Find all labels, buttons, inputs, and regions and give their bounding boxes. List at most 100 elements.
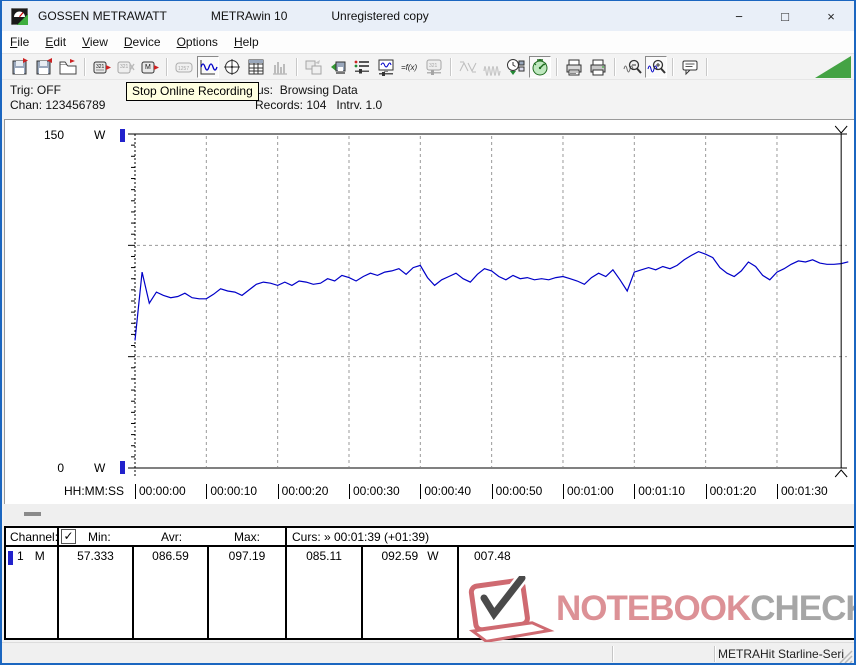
wave-dense-disabled-icon	[481, 56, 503, 78]
menu-options[interactable]: Options	[169, 32, 226, 52]
interval-label: Intrv.	[336, 98, 362, 112]
col-max-header: Max:	[209, 528, 287, 545]
x-tick-label: 00:01:00	[563, 484, 614, 499]
y-axis-unit-bottom: W	[94, 461, 105, 475]
cursor-b-unit: W	[427, 549, 438, 563]
histogram-disabled-icon	[269, 56, 291, 78]
svg-text:321: 321	[120, 64, 129, 70]
status-bar-divider	[714, 646, 716, 662]
device-memory-icon[interactable]: M	[139, 56, 161, 78]
analog-meter-icon[interactable]	[221, 56, 243, 78]
online-monitor-icon[interactable]	[375, 56, 397, 78]
print-icon[interactable]	[587, 56, 609, 78]
col-avr-header: Avr:	[134, 528, 209, 545]
toolbar-separator	[706, 58, 708, 76]
x-tick-label: 00:00:00	[135, 484, 186, 499]
resize-grip[interactable]	[839, 650, 853, 664]
y-axis-min-label: 0	[24, 461, 64, 475]
cell-avr: 086.59	[134, 547, 209, 640]
toolbar-separator	[166, 58, 168, 76]
transfer-disabled-icon	[303, 56, 325, 78]
chart-view-icon[interactable]	[197, 56, 219, 78]
notebookcheck-watermark: NOTEBOOKCHECK	[460, 576, 856, 642]
channel-settings-icon[interactable]	[351, 56, 373, 78]
records-label: Records: 104 Intrv. 1.0	[255, 98, 382, 112]
zoom-in-icon[interactable]	[645, 56, 667, 78]
time-scrollbar-thumb[interactable]	[24, 512, 41, 516]
zoom-out-icon[interactable]	[621, 56, 643, 78]
formula-icon[interactable]: =f(x)	[399, 56, 421, 78]
records-value: 104	[306, 98, 326, 112]
x-tick-label: 00:01:10	[634, 484, 685, 499]
toolbar-separator	[672, 58, 674, 76]
x-tick-label: 00:01:20	[706, 484, 757, 499]
toolbar-separator	[556, 58, 558, 76]
cursor2-bottom-marker[interactable]	[835, 470, 847, 477]
svg-text:321: 321	[429, 63, 438, 69]
cell-cursor-a: 085.11	[287, 547, 363, 640]
title-product: METRAwin 10	[211, 9, 287, 23]
cursor1-top-marker[interactable]	[120, 129, 125, 142]
status-bar: METRAHit Starline-Seri	[2, 642, 854, 665]
cursor2-top-marker[interactable]	[835, 126, 847, 133]
online-record-icon[interactable]	[529, 56, 551, 78]
store-device-icon[interactable]	[327, 56, 349, 78]
cell-max: 097.19	[209, 547, 287, 640]
cell-channel: 1 M	[6, 547, 59, 640]
col-channel-header: Channel:	[6, 528, 59, 545]
app-icon	[11, 8, 28, 25]
toolbar: 321 321 M 1257 =f(x) 321	[2, 54, 854, 80]
interval-value: 1.0	[366, 98, 383, 112]
open-folder-icon[interactable]	[57, 56, 79, 78]
metrawin-window: GOSSEN METRAWATT METRAwin 10 Unregistere…	[0, 0, 856, 665]
read-device-icon[interactable]: 321	[91, 56, 113, 78]
x-tick-label: 00:00:10	[206, 484, 257, 499]
channel-visible-checkbox[interactable]: ✓	[61, 529, 76, 544]
menu-edit[interactable]: Edit	[37, 32, 74, 52]
chan-value: 123456789	[45, 98, 105, 112]
status-device-name: METRAHit Starline-Seri	[718, 647, 844, 661]
time-scrollbar[interactable]	[4, 504, 856, 525]
status-value: Browsing Data	[280, 83, 358, 97]
menu-bar: FileEditViewDeviceOptionsHelp	[2, 31, 854, 54]
menu-help[interactable]: Help	[226, 32, 267, 52]
channel-color-indicator	[8, 551, 13, 565]
watermark-text-primary: NOTEBOOK	[556, 589, 750, 628]
waveform-chart[interactable]	[4, 119, 856, 504]
col-min-header: ✓ Min:	[59, 528, 134, 545]
menu-file[interactable]: File	[2, 32, 37, 52]
maximize-button[interactable]: □	[762, 1, 808, 31]
y-axis-unit-top: W	[94, 128, 105, 142]
watermark-text-secondary: CHECK	[750, 589, 856, 628]
menu-device[interactable]: Device	[116, 32, 169, 52]
title-license-status: Unregistered copy	[331, 9, 428, 23]
save-file-as-icon[interactable]	[33, 56, 55, 78]
minimize-button[interactable]: −	[716, 1, 762, 31]
device-settings-disabled-icon: 321	[423, 56, 445, 78]
x-tick-label: 00:01:30	[777, 484, 828, 499]
table-view-icon[interactable]	[245, 56, 267, 78]
toolbar-separator	[450, 58, 452, 76]
green-triangle-decoration	[815, 56, 851, 78]
channel-mode: M	[35, 549, 45, 563]
x-tick-label: 00:00:40	[420, 484, 471, 499]
svg-text:M: M	[145, 64, 151, 71]
cell-min: 57.333	[59, 547, 134, 640]
record-timer-icon[interactable]	[505, 56, 527, 78]
toolbar-separator	[296, 58, 298, 76]
comment-icon[interactable]	[679, 56, 701, 78]
x-tick-label: 00:00:30	[349, 484, 400, 499]
toolbar-separator	[614, 58, 616, 76]
print-preview-icon[interactable]	[563, 56, 585, 78]
title-app-name: GOSSEN METRAWATT	[38, 9, 167, 23]
trig-label: Trig: OFF	[10, 83, 61, 97]
close-button[interactable]: ×	[808, 1, 854, 31]
numeric-display-disabled-icon: 1257	[173, 56, 195, 78]
cursor1-bottom-marker[interactable]	[120, 461, 125, 474]
save-file-icon[interactable]	[9, 56, 31, 78]
chan-label: Chan: 123456789	[10, 98, 105, 112]
svg-text:=f(x): =f(x)	[401, 63, 418, 72]
title-bar: GOSSEN METRAWATT METRAwin 10 Unregistere…	[2, 1, 854, 31]
menu-view[interactable]: View	[74, 32, 116, 52]
status-label-partial: us: Browsing Data	[257, 83, 358, 97]
